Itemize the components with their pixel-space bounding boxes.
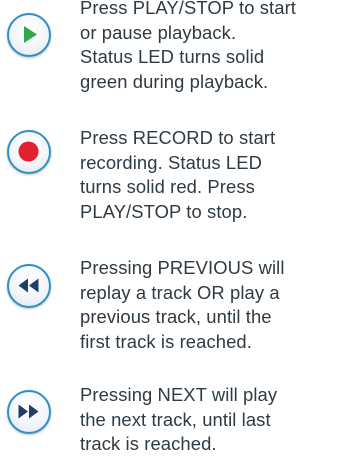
record-line-4: PLAY/STOP to stop. <box>80 200 248 222</box>
play-line-3: Status LED turns solid <box>80 46 265 67</box>
previous-icon <box>18 278 39 293</box>
next-button[interactable] <box>7 390 51 434</box>
play-icon <box>24 26 37 43</box>
play-button[interactable] <box>7 13 51 57</box>
record-line-1: Press RECORD to start <box>80 127 276 148</box>
previous-line-1: Pressing PREVIOUS will <box>80 257 285 278</box>
previous-line-2: replay a track OR play a <box>80 281 280 303</box>
play-line-4: green during playback. <box>80 70 269 92</box>
next-line-3: track is reached. <box>80 433 217 454</box>
previous-button[interactable] <box>7 264 51 308</box>
play-description: Press PLAY/STOP to start or pause playba… <box>80 0 338 94</box>
record-description: Press RECORD to start recording. Status … <box>80 126 338 224</box>
previous-line-4: first track is reached. <box>80 330 252 352</box>
next-description: Pressing NEXT will play the next track, … <box>80 383 338 457</box>
next-icon <box>18 404 39 419</box>
record-line-2: recording. Status LED <box>80 151 263 173</box>
record-button[interactable] <box>7 130 51 174</box>
previous-line-3: previous track, until the <box>80 306 272 327</box>
play-line-1: Press PLAY/STOP to start <box>80 0 297 18</box>
next-line-1: Pressing NEXT will play <box>80 384 278 405</box>
record-icon <box>18 141 39 162</box>
next-line-2: the next track, until last <box>80 408 271 430</box>
record-line-3: turns solid red. Press <box>80 176 255 197</box>
previous-description: Pressing PREVIOUS will replay a track OR… <box>80 256 338 354</box>
play-line-2: or pause playback. <box>80 21 237 43</box>
